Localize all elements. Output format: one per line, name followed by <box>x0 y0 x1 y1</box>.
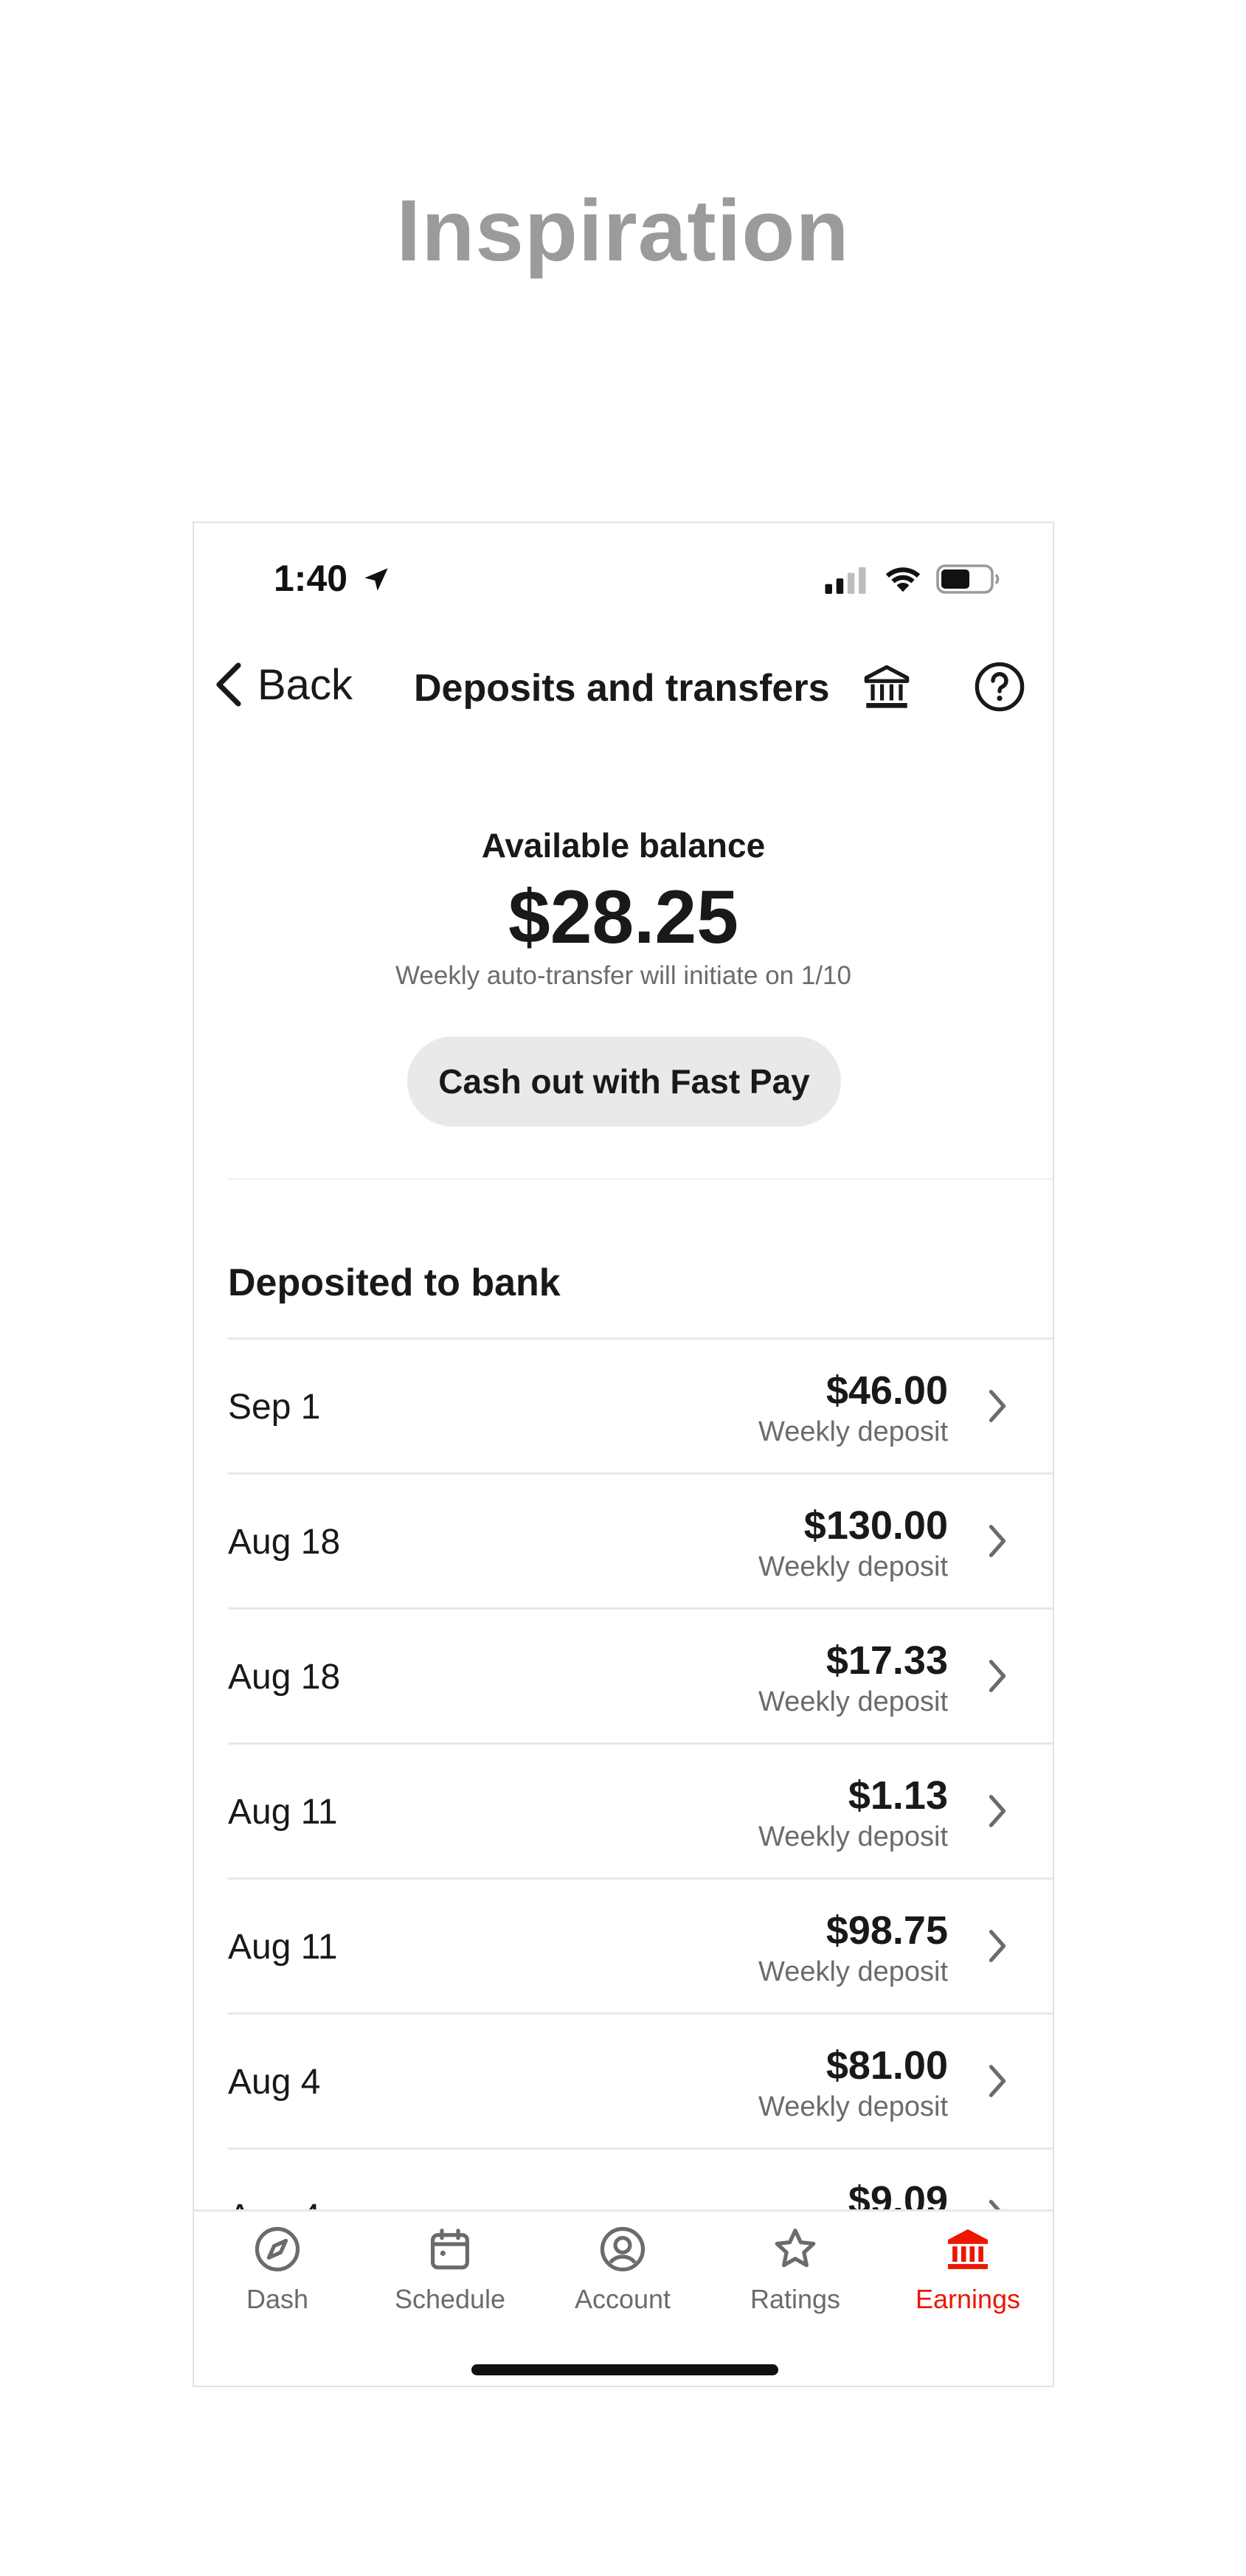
available-balance-label: Available balance <box>481 826 766 865</box>
available-balance-amount: $28.25 <box>508 875 738 959</box>
deposit-amount: $98.75 <box>826 1908 948 1953</box>
page-heading: Inspiration <box>396 182 850 280</box>
tab-dash[interactable]: Dash <box>196 2225 359 2315</box>
status-bar: 1:40 <box>194 523 1053 634</box>
deposit-amount: $17.33 <box>826 1638 948 1683</box>
deposit-type: Weekly deposit <box>758 2091 948 2122</box>
deposit-date: Aug 11 <box>228 1928 338 1967</box>
deposit-row[interactable]: Sep 1 $46.00 Weekly deposit <box>228 1337 1053 1472</box>
tab-schedule[interactable]: Schedule <box>369 2225 531 2315</box>
divider <box>228 1178 1053 1180</box>
chevron-right-icon <box>989 1660 1006 1692</box>
wifi-icon <box>885 567 921 592</box>
deposit-type: Weekly deposit <box>758 1416 948 1447</box>
tab-earnings[interactable]: Earnings <box>887 2225 1049 2315</box>
deposit-row[interactable]: Aug 18 $17.33 Weekly deposit <box>228 1607 1053 1742</box>
chevron-right-icon <box>989 1930 1006 1962</box>
chevron-right-icon <box>989 1390 1006 1422</box>
deposit-date: Sep 1 <box>228 1388 321 1427</box>
deposit-date: Aug 4 <box>228 2063 321 2102</box>
navigation-bar: Back Deposits and transfers <box>194 634 1053 730</box>
cellular-signal-icon <box>825 567 866 594</box>
deposit-row[interactable]: Aug 18 $130.00 Weekly deposit <box>228 1472 1053 1607</box>
deposit-row[interactable]: Aug 11 $1.13 Weekly deposit <box>228 1742 1053 1877</box>
deposit-type: Weekly deposit <box>758 1956 948 1987</box>
deposit-date: Aug 18 <box>228 1658 341 1697</box>
deposit-date: Aug 11 <box>228 1793 338 1832</box>
deposit-list: Sep 1 $46.00 Weekly deposit Aug 18 $130.… <box>228 1337 1053 2282</box>
star-icon <box>775 2229 816 2268</box>
tab-label: Dash <box>246 2284 309 2314</box>
deposit-date: Aug 18 <box>228 1523 341 1562</box>
deposit-amount: $130.00 <box>803 1503 948 1548</box>
help-icon[interactable] <box>973 660 1026 713</box>
chevron-right-icon <box>989 1525 1006 1557</box>
back-label: Back <box>257 660 353 709</box>
deposit-type: Weekly deposit <box>758 1686 948 1717</box>
tab-bar: Dash Schedule Account Ratings Earnings <box>194 2209 1053 2386</box>
page-title: Deposits and transfers <box>414 667 830 710</box>
calendar-icon <box>431 2229 469 2270</box>
tab-ratings[interactable]: Ratings <box>714 2225 876 2315</box>
cash-out-fast-pay-button[interactable]: Cash out with Fast Pay <box>407 1036 841 1126</box>
phone-screen: 1:40 Back Deposits and transfers Availab… <box>193 522 1054 2387</box>
deposit-row[interactable]: Aug 11 $98.75 Weekly deposit <box>228 1877 1053 2012</box>
deposit-amount: $46.00 <box>826 1368 948 1413</box>
status-time: 1:40 <box>274 558 348 599</box>
battery-icon <box>936 564 1000 594</box>
tab-label: Account <box>574 2284 671 2314</box>
tab-label: Earnings <box>915 2284 1021 2314</box>
tab-account[interactable]: Account <box>541 2225 704 2315</box>
deposit-type: Weekly deposit <box>758 1551 948 1582</box>
chevron-left-icon <box>216 662 241 707</box>
tab-label: Ratings <box>750 2284 841 2314</box>
compass-icon <box>255 2226 300 2272</box>
auto-transfer-note: Weekly auto-transfer will initiate on 1/… <box>395 961 851 990</box>
chevron-right-icon <box>989 1795 1006 1827</box>
deposit-row[interactable]: Aug 4 $81.00 Weekly deposit <box>228 2012 1053 2147</box>
back-button[interactable]: Back <box>212 659 353 710</box>
chevron-right-icon <box>989 2065 1006 2097</box>
section-title: Deposited to bank <box>228 1261 561 1304</box>
tab-label: Schedule <box>394 2284 506 2314</box>
location-arrow-icon <box>364 568 388 591</box>
bank-icon <box>948 2229 988 2269</box>
deposit-amount: $1.13 <box>848 1773 948 1818</box>
user-circle-icon <box>600 2226 646 2272</box>
deposit-amount: $81.00 <box>826 2043 948 2088</box>
home-indicator <box>471 2364 778 2375</box>
deposit-type: Weekly deposit <box>758 1821 948 1852</box>
bank-icon[interactable] <box>861 662 913 713</box>
